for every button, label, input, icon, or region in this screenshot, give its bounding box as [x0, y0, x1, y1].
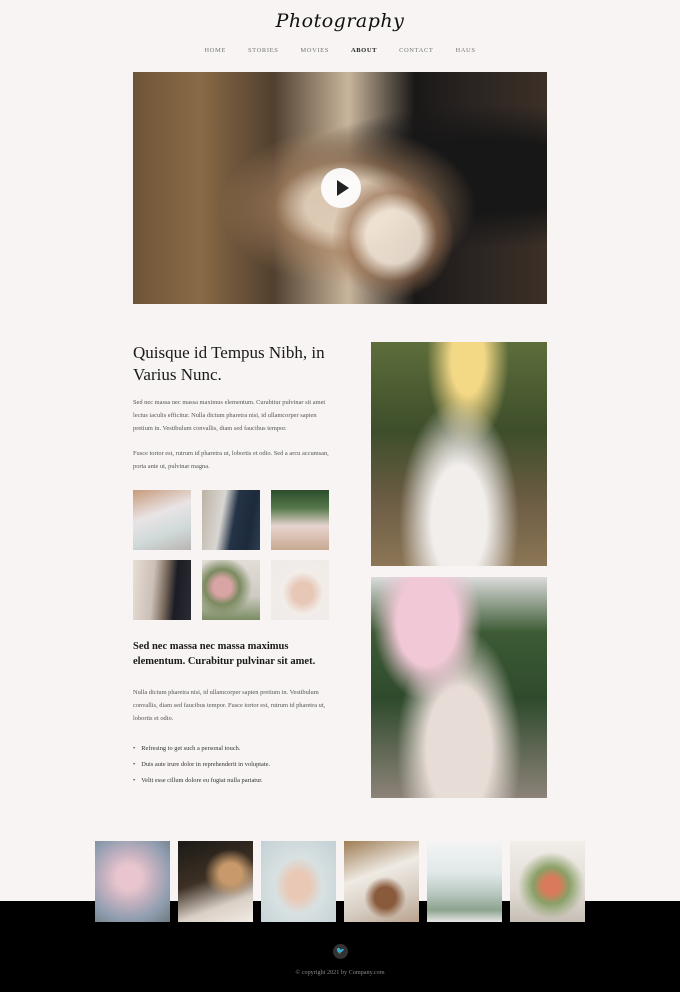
nav-contact[interactable]: CONTACT	[399, 47, 433, 54]
nav-about[interactable]: ABOUT	[351, 47, 377, 54]
list-item: Velit esse cillum dolore eu fugiat nulla…	[133, 773, 270, 789]
list-item: Refresing to get such a personal touch.	[133, 741, 270, 757]
list-item: Duis aute irure dolor in reprehenderit i…	[133, 757, 270, 773]
thumb-bouquet[interactable]	[202, 560, 260, 620]
nav-movies[interactable]: MOVIES	[300, 47, 329, 54]
feature-list: Refresing to get such a personal touch. …	[133, 741, 270, 789]
twitter-icon[interactable]: 🐦	[333, 944, 348, 959]
gallery-rings[interactable]	[95, 841, 170, 922]
second-paragraph: Fusce tortor est, rutrum id pharetra ut,…	[133, 450, 329, 470]
gallery-couple-light[interactable]	[178, 841, 253, 922]
thumb-bride-groom[interactable]	[133, 560, 191, 620]
gallery-flowers[interactable]	[510, 841, 585, 922]
play-icon[interactable]	[321, 168, 361, 208]
hero-video[interactable]	[133, 72, 547, 304]
gallery-hands[interactable]	[261, 841, 336, 922]
nav-haus[interactable]: HAUS	[455, 47, 475, 54]
section-subtitle: Sed nec massa nec massa maximus elementu…	[133, 641, 316, 667]
bride-photo[interactable]	[371, 342, 547, 566]
thumb-hands[interactable]	[271, 560, 329, 620]
bridesmaids-photo[interactable]	[371, 577, 547, 798]
site-logo[interactable]: Photography	[0, 10, 680, 32]
thumb-aisle[interactable]	[271, 490, 329, 550]
third-paragraph: Nulla dictum pharetra nisi, id ullamcorp…	[133, 689, 326, 722]
nav-stories[interactable]: STORIES	[248, 47, 278, 54]
main-nav: HOME STORIES MOVIES ABOUT CONTACT HAUS	[0, 47, 680, 54]
gallery-decor[interactable]	[344, 841, 419, 922]
copyright-text: © copyright 2021 by Company.com	[295, 969, 385, 976]
thumb-couple[interactable]	[202, 490, 260, 550]
page-title: Quisque id Tempus Nibh, in Varius Nunc.	[133, 343, 325, 384]
nav-home[interactable]: HOME	[204, 47, 226, 54]
gallery-venue[interactable]	[427, 841, 502, 922]
intro-paragraph: Sed nec massa nec massa maximus elementu…	[133, 399, 326, 432]
thumb-table-setting[interactable]	[133, 490, 191, 550]
